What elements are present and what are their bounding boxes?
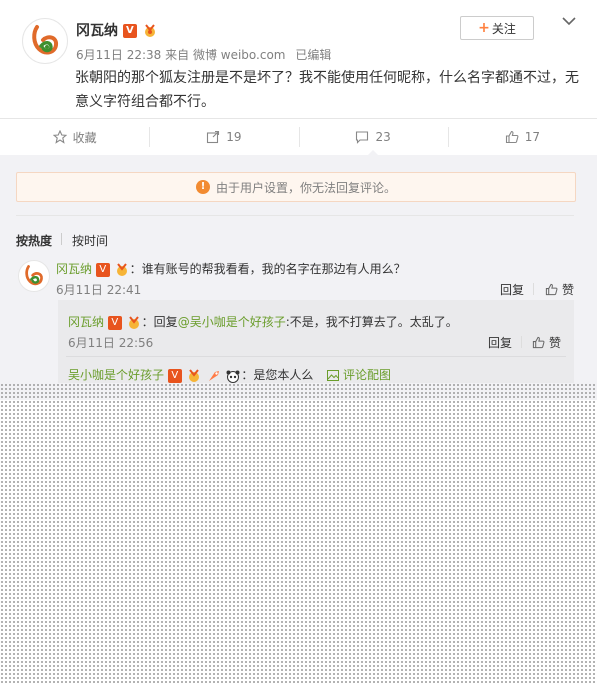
comment-author[interactable]: 冈瓦纳 bbox=[56, 262, 92, 276]
divider bbox=[16, 215, 574, 216]
redaction-overlay bbox=[0, 400, 597, 684]
comment-count: 23 bbox=[375, 130, 391, 144]
comment-avatar[interactable] bbox=[18, 260, 50, 292]
medal-icon bbox=[114, 262, 130, 277]
medal-icon bbox=[186, 368, 202, 383]
author-name[interactable]: 冈瓦纳 V bbox=[76, 20, 158, 40]
favorite-label: 收藏 bbox=[72, 130, 97, 145]
sub-comment-author[interactable]: 吴小咖是个好孩子 bbox=[68, 368, 164, 382]
sub-comment-text: ：是您本人么 bbox=[241, 368, 314, 382]
medal-icon bbox=[126, 315, 142, 330]
comment-line: 冈瓦纳 V ：谁有账号的帮我看看，我的名字在那边有人用么？ bbox=[56, 260, 406, 277]
favorite-button[interactable]: 收藏 bbox=[0, 119, 149, 155]
reply-prefix: ：回复 bbox=[141, 315, 178, 329]
comment-reply-link[interactable]: 回复 bbox=[500, 281, 524, 298]
comment-like-button[interactable]: 赞 bbox=[545, 281, 574, 298]
verified-v-icon: V bbox=[107, 315, 122, 330]
repost-button[interactable]: 19 bbox=[149, 119, 298, 155]
follow-button[interactable]: + 关注 bbox=[460, 16, 534, 40]
post-meta: 6月11日 22:38 来自 微博 weibo.com 已编辑 bbox=[76, 46, 331, 63]
sort-by-hot-tab[interactable]: 按热度 bbox=[16, 232, 52, 249]
sub-comment-reply-link[interactable]: 回复 bbox=[488, 334, 512, 351]
post-time[interactable]: 6月11日 22:38 bbox=[76, 48, 161, 62]
edited-label[interactable]: 已编辑 bbox=[295, 48, 331, 62]
pic-link-label: 评论配图 bbox=[343, 368, 392, 382]
weibo-post-card: 冈瓦纳 V 6月11日 22:38 来自 微博 weibo.com 已编辑 + … bbox=[0, 0, 597, 400]
sub-comment-line: 吴小咖是个好孩子 V ：是您本人么 评论配图 bbox=[68, 366, 391, 383]
like-button[interactable]: 17 bbox=[447, 119, 597, 155]
sub-comment-like-button[interactable]: 赞 bbox=[532, 334, 561, 351]
comment-icon bbox=[356, 131, 369, 144]
like-label: 赞 bbox=[562, 283, 575, 297]
medal-icon bbox=[142, 24, 158, 38]
verified-v-icon: V bbox=[167, 368, 182, 383]
rocket-badge-icon bbox=[206, 369, 222, 383]
divider bbox=[66, 356, 566, 357]
warning-icon: ! bbox=[195, 180, 210, 194]
notice-text: 由于用户设置，你无法回复评论。 bbox=[215, 180, 396, 195]
thumbs-up-icon bbox=[505, 130, 519, 144]
repost-icon bbox=[207, 130, 220, 144]
comment-button[interactable]: 23 bbox=[298, 119, 448, 156]
like-label: 赞 bbox=[549, 336, 562, 350]
redaction-overlay-top bbox=[0, 383, 597, 400]
comment-time: 6月11日 22:41 bbox=[56, 283, 142, 297]
follow-label: 关注 bbox=[491, 21, 516, 36]
reply-restriction-notice: ! 由于用户设置，你无法回复评论。 bbox=[16, 172, 576, 202]
panda-icon bbox=[225, 369, 241, 383]
repost-count: 19 bbox=[226, 130, 242, 144]
op-divider bbox=[533, 283, 534, 295]
comment-text: ：谁有账号的帮我看看，我的名字在那边有人用么？ bbox=[129, 262, 406, 276]
image-icon bbox=[327, 370, 340, 381]
like-count: 17 bbox=[524, 130, 541, 144]
star-icon bbox=[52, 130, 67, 144]
comment-image-link[interactable]: 评论配图 bbox=[327, 368, 391, 382]
post-text: 张朝阳的那个狐友注册是不是坏了？我不能使用任何昵称，什么名字都通不过，无意义字符… bbox=[75, 70, 579, 110]
sub-comment-line: 冈瓦纳 V ：回复@吴小咖是个好孩子:不是，我不打算去了。太乱了。 bbox=[68, 313, 458, 330]
verified-v-icon: V bbox=[95, 262, 110, 277]
sort-divider bbox=[61, 233, 62, 245]
sub-comment-text: :不是，我不打算去了。太乱了。 bbox=[285, 315, 458, 329]
thumbs-up-icon bbox=[532, 336, 545, 349]
post-source[interactable]: 来自 微博 weibo.com bbox=[165, 48, 285, 62]
action-bar: 收藏 19 23 17 bbox=[0, 118, 597, 156]
sort-by-time-tab[interactable]: 按时间 bbox=[72, 232, 108, 249]
sub-comment-time: 6月11日 22:56 bbox=[68, 336, 154, 350]
chevron-down-icon[interactable] bbox=[560, 14, 578, 28]
sub-comment-author[interactable]: 冈瓦纳 bbox=[68, 315, 104, 329]
mention-link[interactable]: @吴小咖是个好孩子 bbox=[178, 315, 286, 329]
op-divider bbox=[521, 336, 522, 348]
verified-v-icon: V bbox=[122, 24, 137, 38]
thumbs-up-icon bbox=[545, 283, 558, 296]
author-avatar[interactable] bbox=[22, 18, 68, 64]
author-name-text[interactable]: 冈瓦纳 bbox=[76, 23, 118, 39]
plus-icon: + bbox=[478, 20, 490, 36]
